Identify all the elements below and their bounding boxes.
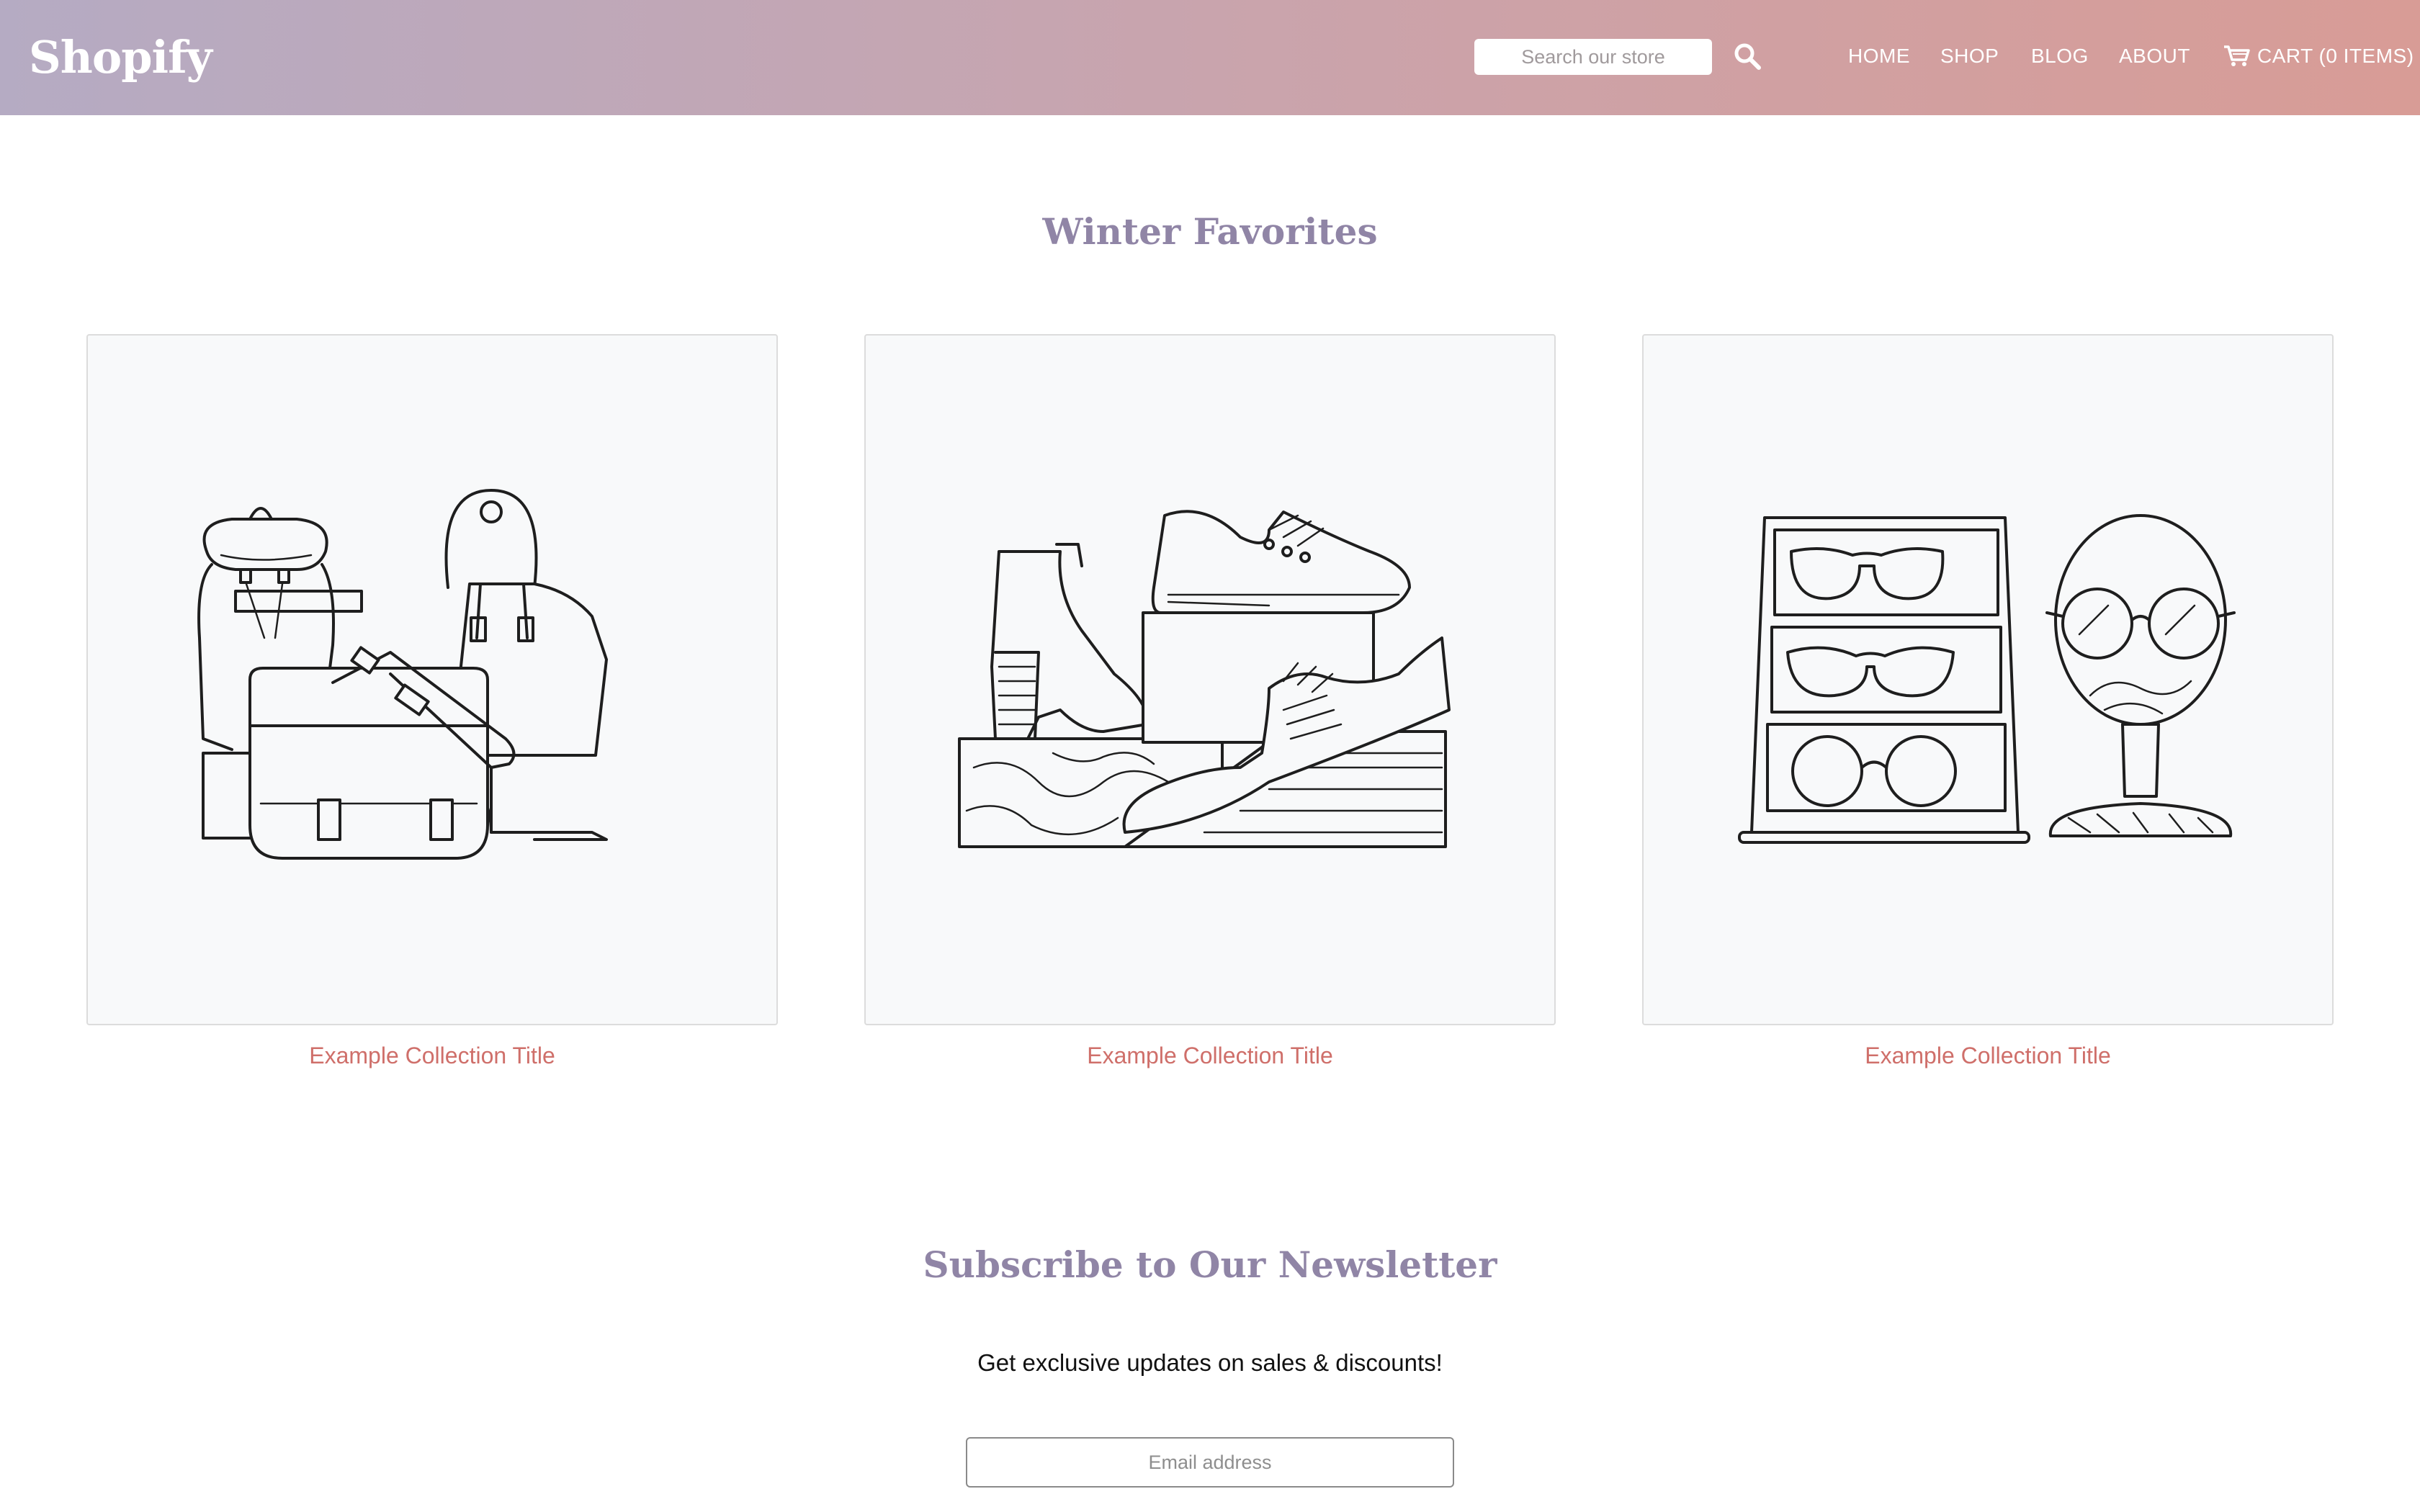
collection-card-glasses[interactable] xyxy=(1642,334,2334,1025)
glasses-illustration xyxy=(1738,514,2236,844)
email-field[interactable] xyxy=(966,1437,1454,1488)
shoes-illustration xyxy=(958,510,1451,848)
store-logo[interactable]: Shopify xyxy=(29,29,212,86)
newsletter-heading: Subscribe to Our Newsletter xyxy=(923,1243,1497,1286)
nav-shop[interactable]: SHOP xyxy=(1940,42,1999,71)
bags-illustration xyxy=(197,489,608,860)
collections-heading: Winter Favorites xyxy=(1042,210,1378,253)
nav-blog[interactable]: BLOG xyxy=(2031,42,2089,71)
cart-icon xyxy=(2224,45,2250,66)
collection-card-bags[interactable] xyxy=(86,334,778,1025)
newsletter-description: Get exclusive updates on sales & discoun… xyxy=(977,1349,1443,1376)
collection-title-3[interactable]: Example Collection Title xyxy=(1642,1043,2334,1069)
search-icon[interactable] xyxy=(1731,40,1765,73)
collection-card-shoes[interactable] xyxy=(864,334,1556,1025)
collection-title-1[interactable]: Example Collection Title xyxy=(86,1043,778,1069)
cart-link[interactable]: CART (0 ITEMS) xyxy=(2223,42,2414,71)
cart-label: CART (0 ITEMS) xyxy=(2257,45,2414,67)
nav-about[interactable]: ABOUT xyxy=(2119,42,2190,71)
site-header: Shopify HOME SHOP BLOG ABOUT CART (0 ITE… xyxy=(0,0,2420,115)
search-input[interactable] xyxy=(1474,39,1712,75)
nav-home[interactable]: HOME xyxy=(1848,42,1910,71)
collection-title-2[interactable]: Example Collection Title xyxy=(864,1043,1556,1069)
